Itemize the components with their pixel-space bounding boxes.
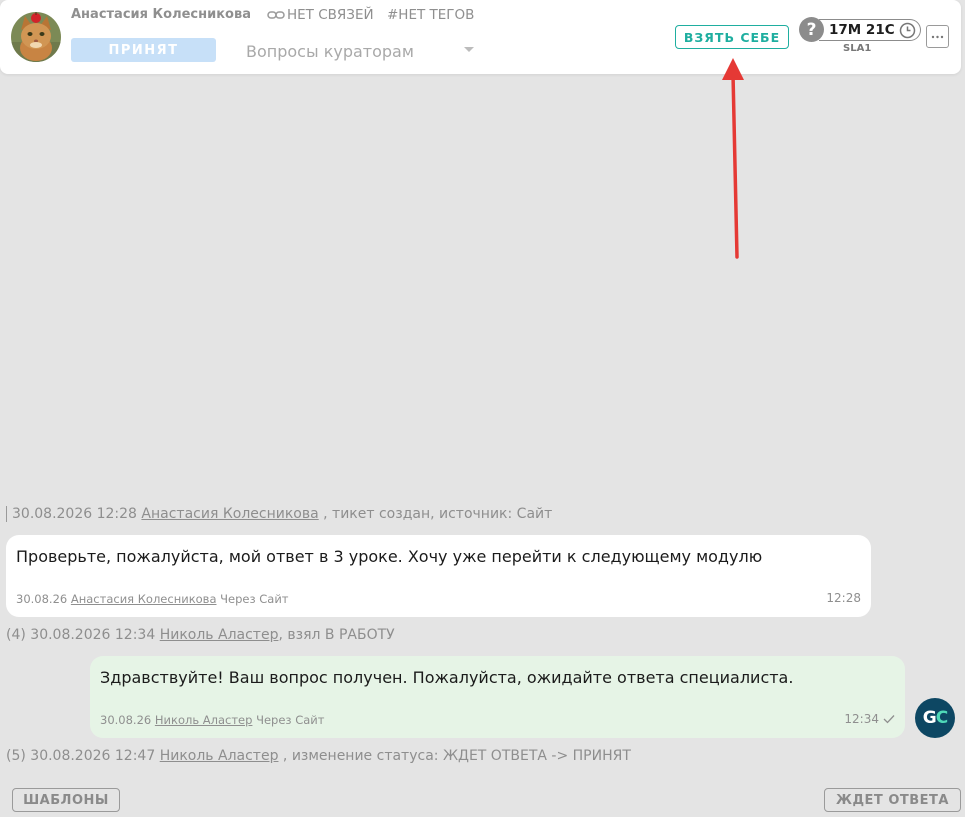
message-text: Здравствуйте! Ваш вопрос получен. Пожалу… — [100, 668, 794, 687]
tags-indicator[interactable]: #НЕТ ТЕГОВ — [387, 7, 474, 23]
event-description: , взял В РАБОТУ — [278, 627, 395, 643]
message-source: Через Сайт — [220, 592, 289, 606]
agent-avatar-letter: C — [935, 708, 949, 728]
more-options-button[interactable] — [926, 25, 949, 48]
queue-select[interactable]: Вопросы кураторам — [246, 39, 478, 63]
event-description: , изменение статуса: ЖДЕТ ОТВЕТА -> ПРИН… — [282, 748, 631, 764]
help-icon[interactable]: ? — [799, 17, 824, 42]
event-ticket-created: 30.08.2026 12:28 Анастасия Колесникова ,… — [6, 506, 552, 522]
links-label: НЕТ СВЯЗЕЙ — [287, 7, 374, 23]
sla-timer: 17М 21С ? SLA1 — [799, 17, 921, 55]
event-taken-to-work: (4) 30.08.2026 12:34 Николь Аластер, взя… — [6, 627, 395, 643]
sla-time: 17М 21С — [819, 19, 921, 41]
agent-message: Здравствуйте! Ваш вопрос получен. Пожалу… — [90, 656, 905, 738]
message-meta: 30.08.26 Анастасия Колесникова Через Сай… — [16, 592, 289, 606]
message-time: 12:34 — [844, 712, 895, 726]
client-avatar[interactable] — [11, 12, 61, 62]
event-timestamp: (5) 30.08.2026 12:47 — [6, 748, 156, 764]
links-indicator[interactable]: НЕТ СВЯЗЕЙ — [267, 7, 374, 23]
message-time-value: 12:34 — [844, 712, 879, 726]
clock-icon — [899, 22, 915, 38]
queue-select-value: Вопросы кураторам — [246, 41, 414, 61]
message-date: 30.08.26 — [16, 592, 68, 606]
client-message: Проверьте, пожалуйста, мой ответ в 3 уро… — [6, 535, 871, 617]
waiting-response-button[interactable]: ЖДЕТ ОТВЕТА — [824, 788, 961, 812]
message-author-link[interactable]: Николь Аластер — [155, 713, 253, 727]
more-dots-icon — [931, 35, 944, 38]
event-description: , тикет создан, источник: Сайт — [323, 506, 553, 522]
message-time: 12:28 — [826, 591, 861, 605]
client-name[interactable]: Анастасия Колесникова — [71, 7, 251, 22]
chevron-down-icon — [464, 47, 474, 52]
event-status-change: (5) 30.08.2026 12:47 Николь Аластер , из… — [6, 748, 631, 764]
sla-time-value: 17М 21С — [829, 22, 895, 38]
event-author-link[interactable]: Николь Аластер — [160, 748, 279, 764]
event-timestamp: 30.08.2026 12:28 — [12, 506, 137, 522]
message-date: 30.08.26 — [100, 713, 152, 727]
event-timestamp: (4) 30.08.2026 12:34 — [6, 627, 156, 643]
ticket-header: Анастасия Колесникова НЕТ СВЯЗЕЙ #НЕТ ТЕ… — [0, 0, 961, 74]
event-author-link[interactable]: Анастасия Колесникова — [141, 506, 318, 522]
sla-label: SLA1 — [843, 43, 872, 54]
take-ticket-button[interactable]: ВЗЯТЬ СЕБЕ — [675, 25, 789, 49]
link-icon — [267, 11, 285, 19]
status-badge[interactable]: ПРИНЯТ — [71, 38, 216, 62]
agent-avatar-letter: G — [922, 708, 937, 728]
templates-button[interactable]: ШАБЛОНЫ — [12, 788, 120, 812]
message-time-value: 12:28 — [826, 591, 861, 605]
check-icon — [883, 715, 895, 724]
event-author-link[interactable]: Николь Аластер — [160, 627, 279, 643]
message-source: Через Сайт — [256, 713, 325, 727]
message-author-link[interactable]: Анастасия Колесникова — [71, 592, 217, 606]
message-text: Проверьте, пожалуйста, мой ответ в 3 уро… — [16, 547, 763, 566]
agent-avatar[interactable]: GC — [915, 698, 955, 738]
message-meta: 30.08.26 Николь Аластер Через Сайт — [100, 713, 324, 727]
